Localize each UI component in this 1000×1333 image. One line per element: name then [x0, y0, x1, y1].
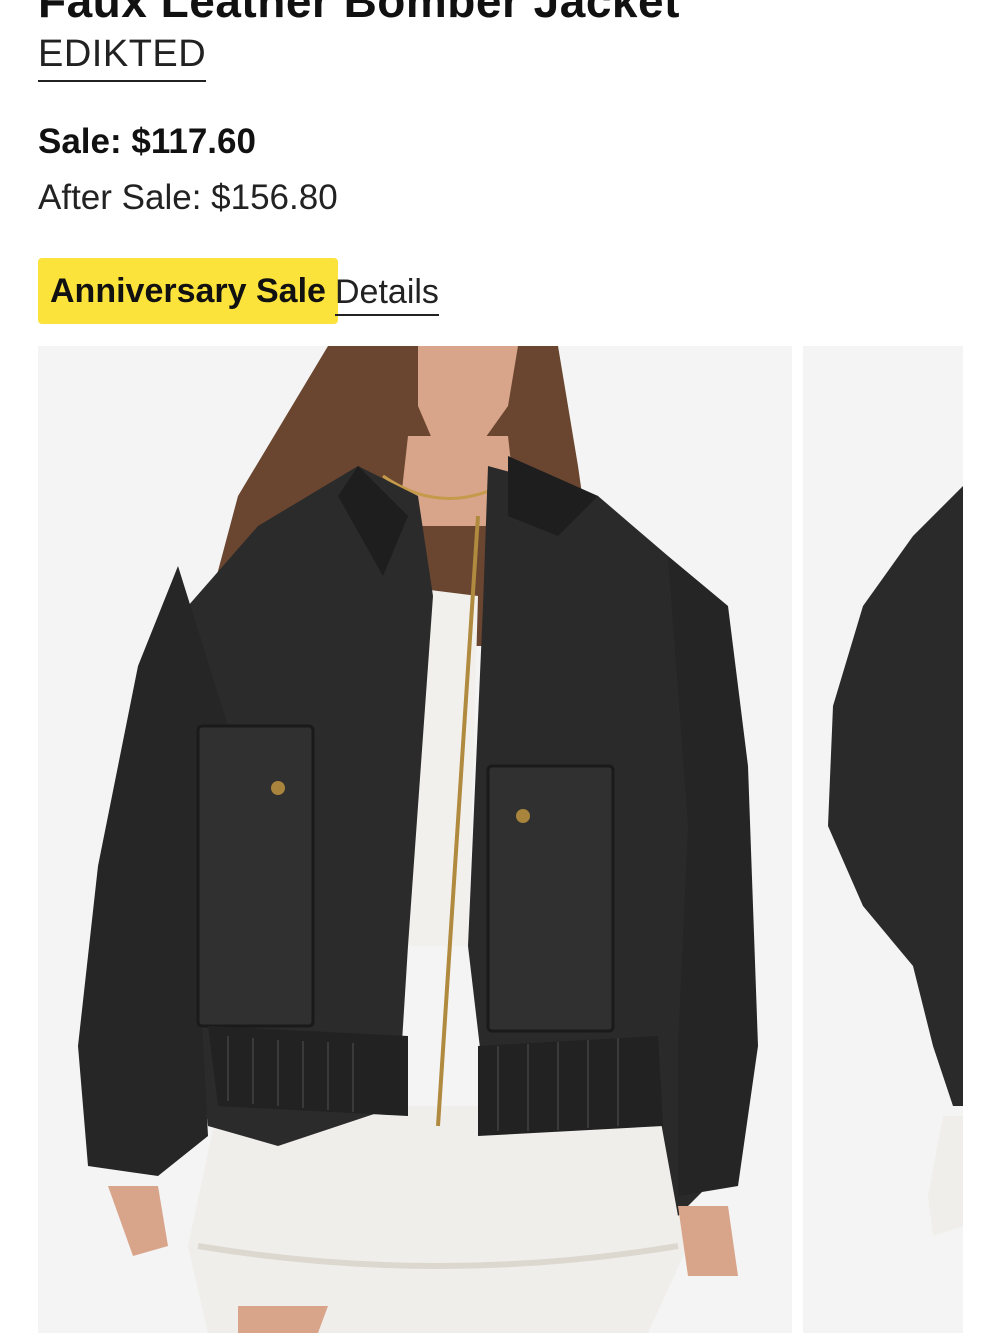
product-image-next[interactable] — [803, 346, 963, 1333]
anniversary-sale-badge: Anniversary Sale — [38, 258, 338, 324]
sale-price: Sale: $117.60 — [38, 122, 256, 161]
brand-link[interactable]: EDIKTED — [38, 32, 207, 82]
product-page: Faux Leather Bomber Jacket EDIKTED Sale:… — [0, 0, 1000, 1333]
after-sale-price: After Sale: $156.80 — [38, 178, 338, 217]
product-photo-front-icon — [38, 346, 792, 1333]
product-image-main[interactable] — [38, 346, 792, 1333]
product-title: Faux Leather Bomber Jacket — [38, 0, 680, 27]
product-photo-side-icon — [803, 346, 963, 1333]
details-link[interactable]: Details — [335, 270, 439, 317]
product-image-gallery[interactable] — [38, 346, 1000, 1333]
